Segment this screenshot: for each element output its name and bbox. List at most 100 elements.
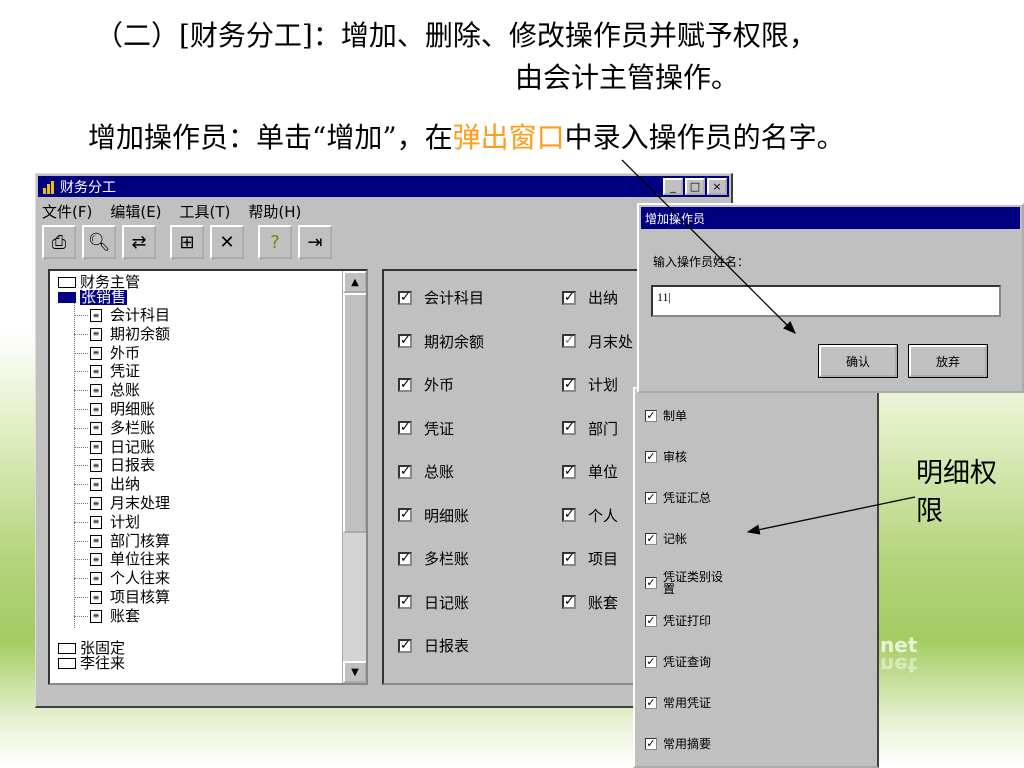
checkbox-check-icon[interactable]: ✓	[645, 614, 657, 627]
checkbox-check-icon[interactable]: ✓	[645, 409, 657, 422]
close-button[interactable]: ×	[707, 178, 727, 195]
tree-group-item[interactable]: 李往来	[58, 656, 125, 671]
dialog-titlebar[interactable]: 增加操作员	[641, 207, 1020, 229]
checkbox-check-icon[interactable]: ✓	[645, 577, 657, 589]
permission-checkbox[interactable]: ✓ 部门	[562, 418, 618, 439]
permission-checkbox[interactable]: ✓ 会计科目	[398, 287, 484, 308]
detail-permission-checkbox[interactable]: ✓ 凭证类别设置	[645, 571, 733, 595]
checkbox-check-icon[interactable]: ✓	[562, 595, 576, 609]
operator-name-input[interactable]: 11|	[651, 285, 1001, 317]
detail-permission-checkbox[interactable]: ✓ 凭证汇总	[645, 489, 711, 506]
permission-checkbox[interactable]: ✓ 项目	[562, 548, 618, 569]
checkbox-check-icon[interactable]: ✓	[398, 464, 412, 479]
detail-permission-label: 制单	[663, 409, 688, 423]
print-icon[interactable]: ⎙	[42, 225, 76, 259]
menu-tools[interactable]: 工具(T)	[180, 201, 231, 222]
tree-child-item[interactable]: ≡ 日报表	[90, 458, 155, 473]
detail-permission-checkbox[interactable]: ✓ 常用摘要	[645, 735, 711, 752]
permission-checkbox[interactable]: ✓ 账套	[562, 592, 618, 613]
confirm-button[interactable]: 确认	[818, 344, 898, 378]
add-icon[interactable]: ⊞	[170, 225, 204, 259]
checkbox-check-icon[interactable]: ✓	[562, 551, 576, 566]
tree-child-item[interactable]: ≡ 外币	[90, 345, 140, 361]
scroll-thumb[interactable]	[343, 293, 366, 533]
tree-child-item[interactable]: ≡ 月末处理	[90, 496, 170, 511]
tree-scrollbar[interactable]: ▲ ▼	[342, 271, 366, 683]
checkbox-check-icon[interactable]: ✓	[562, 421, 576, 435]
tree-child-item[interactable]: ≡ 部门核算	[90, 533, 170, 549]
checkbox-check-icon[interactable]: ✓	[398, 551, 412, 566]
permission-checkbox[interactable]: ✓ 出纳	[562, 287, 618, 308]
checkbox-check-icon[interactable]: ✓	[398, 638, 412, 653]
scroll-up-icon[interactable]: ▲	[343, 271, 366, 293]
checkbox-check-icon[interactable]: ✓	[398, 290, 412, 305]
tree-group-item-selected[interactable]: 张销售	[58, 290, 128, 305]
permission-checkbox[interactable]: ✓ 总账	[398, 461, 454, 482]
detail-permission-checkbox[interactable]: ✓ 常用凭证	[645, 694, 711, 711]
checkbox-check-icon[interactable]: ✓	[645, 532, 657, 545]
permission-checkbox[interactable]: ✓ 日记账	[398, 592, 469, 613]
checkbox-check-icon[interactable]: ✓	[645, 696, 657, 709]
detail-permission-checkbox[interactable]: ✓ 记帐	[645, 530, 687, 547]
checkbox-check-icon[interactable]: ✓	[562, 290, 576, 305]
permission-checkbox[interactable]: ✓ 计划	[562, 374, 618, 395]
permission-checkbox[interactable]: ✓ 期初余额	[398, 331, 484, 352]
tree-child-item[interactable]: ≡ 明细账	[90, 402, 155, 417]
permission-checkbox[interactable]: ✓ 凭证	[398, 418, 454, 439]
permission-checkbox[interactable]: ✓ 外币	[398, 374, 454, 395]
checkbox-check-icon[interactable]: ✓	[398, 377, 412, 392]
tree-child-item[interactable]: ≡ 项目核算	[90, 590, 170, 605]
scroll-down-icon[interactable]: ▼	[343, 661, 366, 683]
permission-checkbox[interactable]: ✓ 日报表	[398, 635, 469, 656]
checkbox-check-icon[interactable]: ✓	[398, 421, 412, 435]
detail-permission-checkbox[interactable]: ✓ 制单	[645, 407, 687, 424]
minimize-button[interactable]: _	[663, 178, 683, 195]
tree-child-item[interactable]: ≡ 个人往来	[90, 571, 170, 586]
export-icon[interactable]: ⇄	[122, 225, 156, 259]
tree-connector	[74, 578, 88, 580]
cancel-button[interactable]: 放弃	[908, 344, 988, 378]
checkbox-check-icon[interactable]: ✓	[562, 334, 576, 348]
tree-child-item[interactable]: ≡ 凭证	[90, 364, 140, 379]
tree-child-item[interactable]: ≡ 出纳	[90, 477, 140, 492]
checkbox-check-icon[interactable]: ✓	[562, 377, 576, 392]
permission-checkbox[interactable]: ✓ 明细账	[398, 505, 469, 526]
delete-icon[interactable]: ✕	[210, 225, 244, 259]
permission-checkbox[interactable]: ✓ 单位	[562, 461, 618, 482]
checkbox-check-icon[interactable]: ✓	[645, 450, 657, 463]
tree-child-item[interactable]: ≡ 单位往来	[90, 552, 170, 567]
menu-edit[interactable]: 编辑(E)	[110, 201, 161, 222]
detail-permission-panel: ✓ 制单 ✓ 审核 ✓ 凭证汇总 ✓ 记帐 ✓ 凭证类别设置 ✓ 凭证打印 ✓ 凭证查询 ✓ 常用凭证 ✓ 常用摘…	[633, 387, 879, 768]
tree-child-item[interactable]: ≡ 账套	[90, 608, 140, 624]
detail-permission-checkbox[interactable]: ✓ 审核	[645, 448, 687, 465]
detail-permission-checkbox[interactable]: ✓ 凭证打印	[645, 612, 711, 629]
checkbox-check-icon[interactable]: ✓	[562, 508, 576, 522]
checkbox-check-icon[interactable]: ✓	[645, 491, 657, 504]
maximize-button[interactable]: □	[685, 178, 705, 195]
tree-child-item[interactable]: ≡ 计划	[90, 514, 140, 530]
exit-icon[interactable]: ⇥	[298, 225, 332, 259]
tree-child-item[interactable]: ≡ 期初余额	[90, 326, 170, 342]
tree-connector	[74, 597, 88, 598]
operator-tree[interactable]: 财务主管 张销售 ≡ 会计科目 ≡ 期初余额 ≡ 外币 ≡ 凭证 ≡ 总账 ≡ 明细账 ≡ 多栏账 ≡ 日记账…	[48, 269, 368, 685]
detail-permission-checkbox[interactable]: ✓ 凭证查询	[645, 653, 711, 670]
permission-checkbox[interactable]: ✓ 多栏账	[398, 548, 469, 569]
window-titlebar[interactable]: 财务分工 _ □ ×	[38, 176, 729, 197]
permission-checkbox[interactable]: ✓ 个人	[562, 505, 618, 526]
tree-child-item[interactable]: ≡ 会计科目	[90, 308, 170, 323]
preview-icon[interactable]: 🔍︎	[82, 225, 116, 259]
menu-file[interactable]: 文件(F)	[42, 201, 92, 222]
document-icon: ≡	[90, 534, 102, 548]
permission-checkbox[interactable]: ✓ 月末处	[562, 331, 633, 352]
checkbox-check-icon[interactable]: ✓	[398, 334, 412, 348]
tree-child-item[interactable]: ≡ 多栏账	[90, 420, 155, 436]
tree-child-item[interactable]: ≡ 总账	[90, 383, 140, 398]
checkbox-check-icon[interactable]: ✓	[562, 464, 576, 479]
tree-child-item[interactable]: ≡ 日记账	[90, 439, 155, 455]
help-icon[interactable]: ?	[258, 225, 292, 259]
checkbox-check-icon[interactable]: ✓	[398, 595, 412, 609]
checkbox-check-icon[interactable]: ✓	[398, 508, 412, 522]
checkbox-check-icon[interactable]: ✓	[645, 655, 657, 668]
checkbox-check-icon[interactable]: ✓	[645, 737, 657, 750]
menu-help[interactable]: 帮助(H)	[248, 201, 301, 222]
